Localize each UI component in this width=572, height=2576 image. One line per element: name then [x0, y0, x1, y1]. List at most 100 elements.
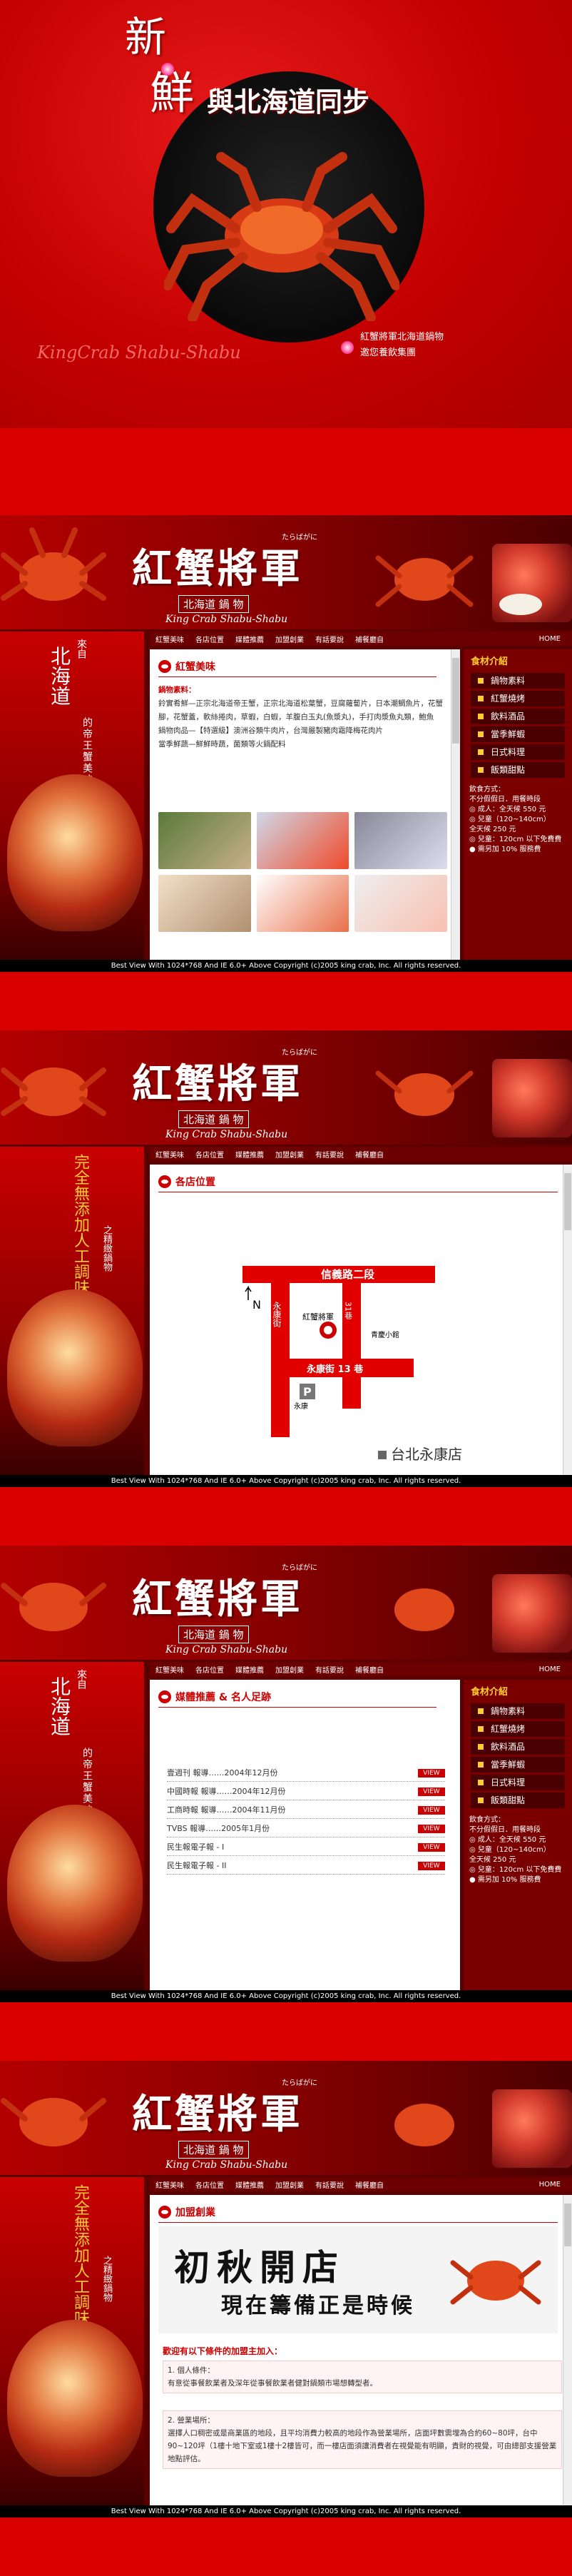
menu-item[interactable]: 媒體推薦 — [230, 1664, 270, 1675]
site-banner: 紅蟹將軍 たらばがに 北海道 鍋 物 King Crab Shabu-Shabu — [0, 1030, 572, 1145]
note-line: ◎ 兒童：120cm 以下免費費 — [469, 1866, 562, 1874]
media-row[interactable]: 壹週刊 報導……2004年12月份 VIEW — [167, 1765, 445, 1782]
scrollbar[interactable] — [563, 1165, 572, 1475]
left-big-text: 完全無添加人工調味 — [71, 2184, 89, 2326]
site-logo[interactable]: 紅蟹將軍 — [132, 2082, 303, 2140]
menu-item[interactable]: 加盟創業 — [270, 1664, 310, 1675]
view-button[interactable]: VIEW — [418, 1788, 445, 1796]
ingredient-item[interactable]: 日式料理 — [471, 744, 565, 760]
menu-home[interactable]: HOME — [533, 1665, 566, 1673]
note-line: 不分假假日．用餐時段 — [469, 796, 541, 803]
view-button[interactable]: VIEW — [418, 1769, 445, 1778]
menu-home[interactable]: HOME — [533, 635, 566, 643]
site-banner: 紅蟹將軍 たらばがに 北海道 鍋 物 King Crab Shabu-Shabu — [0, 1546, 572, 1660]
menu-item[interactable]: 加盟創業 — [270, 634, 310, 644]
left-column: 來自 北海道 的帝王蟹美味 — [0, 1662, 144, 1990]
condition-box: 1. 個人條件： 有意從事餐飲業者及深年從事餐飲業者健對鍋類市場想轉型者。 — [163, 2361, 562, 2393]
ingredient-item[interactable]: 當季鮮蝦 — [471, 726, 565, 742]
menu-item[interactable]: 各店位置 — [190, 1664, 230, 1675]
menu-item[interactable]: 補餐廳自 — [349, 1149, 389, 1160]
left-small-top: 來自 — [76, 1669, 87, 1689]
logo-dot-icon — [158, 1175, 171, 1188]
promo-subtitle: 現在籌備正是時候 — [221, 2293, 415, 2318]
left-small-top: 來自 — [76, 639, 87, 659]
menu-item[interactable]: 媒體推薦 — [230, 1149, 270, 1160]
square-icon — [378, 1451, 387, 1459]
hero-note-line-1: 紅蟹將軍北海道鍋物 — [360, 332, 444, 343]
ingredient-item[interactable]: 飲料酒品 — [471, 709, 565, 724]
ingredient-menu: 鍋物素料 紅蟹燒烤 飲料酒品 當季鮮蝦 日式料理 飯類甜點 — [471, 673, 565, 778]
ingredient-item[interactable]: 日式料理 — [471, 1775, 565, 1790]
ingredient-item[interactable]: 飲料酒品 — [471, 1739, 565, 1755]
ingredient-item[interactable]: 鍋物素料 — [471, 673, 565, 689]
menu-item[interactable]: 紅蟹美味 — [150, 634, 190, 644]
view-button[interactable]: VIEW — [418, 1843, 445, 1852]
hotpot-image — [7, 1289, 143, 1446]
ingredient-item[interactable]: 飯類甜點 — [471, 1792, 565, 1808]
page-panel-1: 紅蟹將軍 たらばがに 北海道 鍋 物 King Crab Shabu-Shabu… — [0, 515, 572, 972]
menu-item[interactable]: 媒體推薦 — [230, 2179, 270, 2190]
page-panel-3: 紅蟹將軍 たらばがに 北海道 鍋 物 King Crab Shabu-Shabu… — [0, 1546, 572, 2002]
view-button[interactable]: VIEW — [418, 1806, 445, 1815]
left-big-text: 北海道 — [48, 1676, 71, 1736]
crab-icon — [1, 1068, 106, 1116]
ingredient-item[interactable]: 紅蟹燒烤 — [471, 1721, 565, 1737]
media-name: 民生報電子報 - I — [167, 1842, 225, 1852]
body-paragraph: 當季鮮蔬—鮮鮮時蔬，菌類等火鍋配料 — [158, 740, 286, 749]
condition-title: 1. 個人條件： — [168, 2366, 215, 2375]
food-photo — [256, 875, 349, 932]
flower-icon — [161, 63, 174, 76]
menu-home[interactable]: HOME — [533, 2181, 566, 2189]
logo-kana: たらばがに — [282, 534, 317, 542]
left-side-text: 之精緻鍋物 — [101, 2256, 112, 2302]
menu-item[interactable]: 各店位置 — [190, 634, 230, 644]
menu-item[interactable]: 補餐廳自 — [349, 634, 389, 644]
view-button[interactable]: VIEW — [418, 1825, 445, 1833]
content-area: 紅蟹美味 鍋物素料： 鈴實肴鮮—正宗北海道帝王蟹，正宗北海道松葉蟹，豆腐蘿蔔片，… — [150, 649, 460, 960]
site-logo[interactable]: 紅蟹將軍 — [132, 1567, 303, 1625]
logo-kana: たらばがに — [282, 1049, 317, 1057]
menu-item[interactable]: 有話要說 — [310, 1664, 349, 1675]
logo-subtitle-cn: 北海道 鍋 物 — [178, 1626, 249, 1643]
logo-kana: たらばがに — [282, 2079, 317, 2087]
scrollbar[interactable] — [563, 2195, 572, 2505]
menu-item[interactable]: 補餐廳自 — [349, 2179, 389, 2190]
media-row[interactable]: 工商時報 報導……2004年11月份 VIEW — [167, 1802, 445, 1819]
compass-icon: N — [252, 1298, 261, 1312]
menu-item[interactable]: 有話要說 — [310, 2179, 349, 2190]
hotpot-image — [7, 1805, 143, 1962]
media-row[interactable]: 民生報電子報 - I VIEW — [167, 1840, 445, 1856]
media-row[interactable]: 民生報電子報 - II VIEW — [167, 1858, 445, 1875]
menu-item[interactable]: 加盟創業 — [270, 2179, 310, 2190]
menu-item[interactable]: 媒體推薦 — [230, 634, 270, 644]
ingredient-item[interactable]: 當季鮮蝦 — [471, 1757, 565, 1773]
condition-text: 選擇人口稠密或是商業區的地段，且平均消費力較高的地段作為營業場所，店面坪數需埋為… — [168, 2429, 557, 2463]
menu-item[interactable]: 補餐廳自 — [349, 1664, 389, 1675]
menu-item[interactable]: 紅蟹美味 — [150, 1149, 190, 1160]
scrollbar[interactable] — [451, 649, 460, 960]
menu-item[interactable]: 有話要說 — [310, 634, 349, 644]
menu-item[interactable]: 有話要說 — [310, 1149, 349, 1160]
map-road-top: 信義路二段 — [321, 1268, 374, 1281]
menu-item[interactable]: 紅蟹美味 — [150, 1664, 190, 1675]
site-logo[interactable]: 紅蟹將軍 — [132, 537, 303, 594]
red-spacer — [0, 2517, 572, 2576]
site-logo[interactable]: 紅蟹將軍 — [132, 1052, 303, 1110]
king-crab-image — [164, 152, 399, 321]
store-name: 台北永康店 — [378, 1443, 462, 1464]
view-button[interactable]: VIEW — [418, 1862, 445, 1870]
section-title: 各店位置 — [158, 1175, 558, 1192]
note-line: ● 需另加 10% 服務費 — [469, 1876, 541, 1884]
media-row[interactable]: 中國時報 報導……2004年12月份 VIEW — [167, 1784, 445, 1800]
media-row[interactable]: TVBS 報導……2005年1月份 VIEW — [167, 1821, 445, 1837]
section-title-text: 各店位置 — [175, 1177, 215, 1188]
ingredient-item[interactable]: 紅蟹燒烤 — [471, 691, 565, 706]
menu-item[interactable]: 各店位置 — [190, 1149, 230, 1160]
menu-item[interactable]: 加盟創業 — [270, 1149, 310, 1160]
menu-item[interactable]: 紅蟹美味 — [150, 2179, 190, 2190]
ingredient-item[interactable]: 鍋物素料 — [471, 1703, 565, 1719]
ingredient-item[interactable]: 飯類甜點 — [471, 762, 565, 778]
menu-item[interactable]: 各店位置 — [190, 2179, 230, 2190]
note-line: 全天候 250 元 — [469, 1856, 516, 1864]
red-spacer — [0, 428, 572, 515]
